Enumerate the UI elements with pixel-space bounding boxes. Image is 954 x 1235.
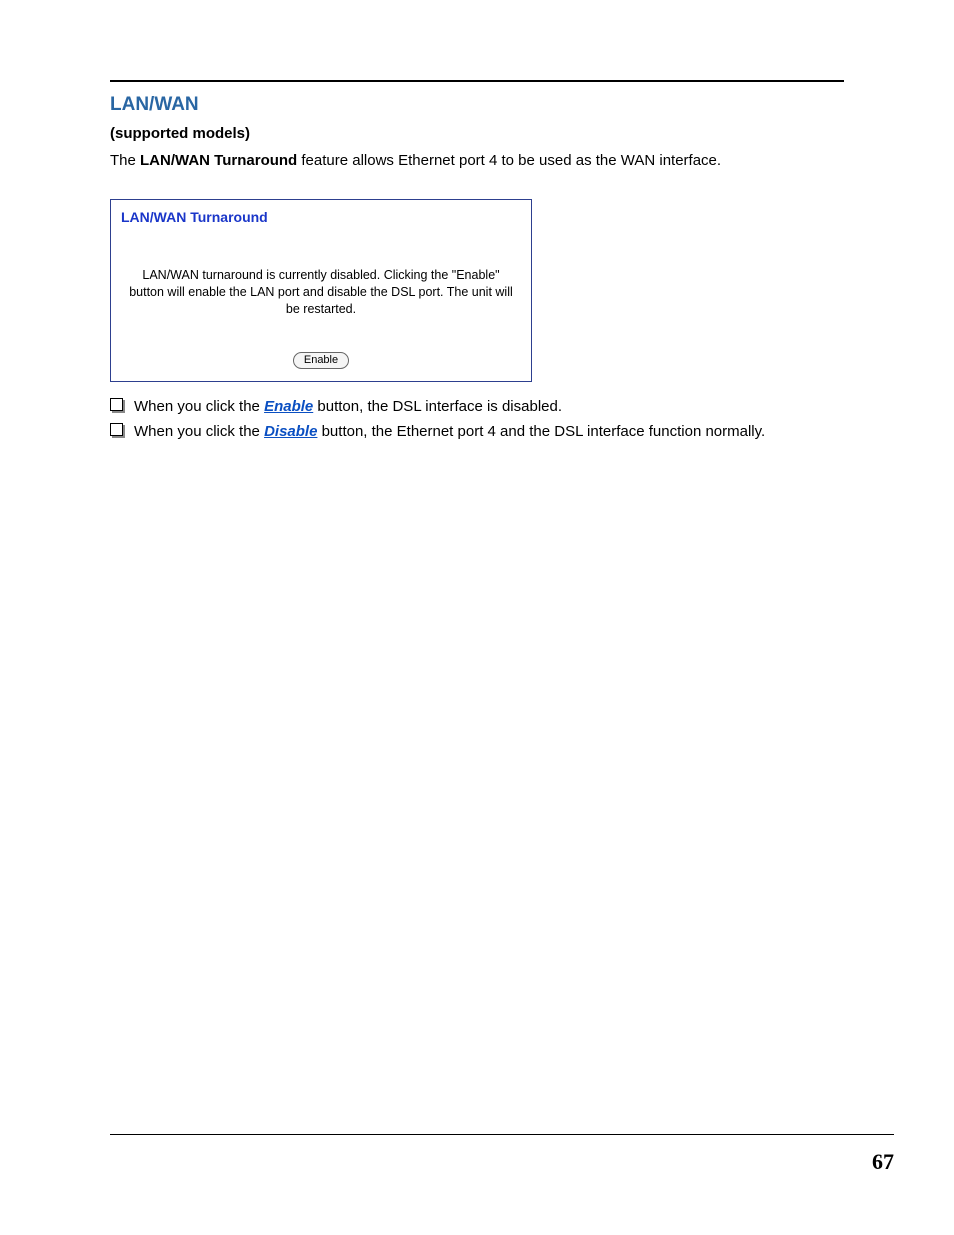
square-bullet-icon bbox=[110, 423, 123, 436]
square-bullet-icon bbox=[110, 398, 123, 411]
section-title: LAN/WAN bbox=[110, 92, 844, 119]
panel-title: LAN/WAN Turnaround bbox=[121, 208, 521, 228]
list-item: When you click the Enable button, the DS… bbox=[110, 396, 844, 417]
bullet-post: button, the Ethernet port 4 and the DSL … bbox=[317, 423, 765, 440]
bullet-list: When you click the Enable button, the DS… bbox=[110, 396, 844, 442]
bullet-post: button, the DSL interface is disabled. bbox=[313, 398, 562, 415]
page-number: 67 bbox=[872, 1149, 894, 1175]
intro-paragraph: The LAN/WAN Turnaround feature allows Et… bbox=[110, 150, 844, 171]
disable-keyword: Disable bbox=[264, 423, 317, 440]
enable-keyword: Enable bbox=[264, 398, 313, 415]
page: LAN/WAN (supported models) The LAN/WAN T… bbox=[0, 0, 954, 1235]
panel-message: LAN/WAN turnaround is currently disabled… bbox=[127, 267, 515, 318]
top-rule bbox=[110, 80, 844, 82]
list-item: When you click the Disable button, the E… bbox=[110, 421, 844, 442]
bullet-pre: When you click the bbox=[134, 423, 264, 440]
intro-pre: The bbox=[110, 152, 140, 169]
section-subhead: (supported models) bbox=[110, 123, 844, 144]
turnaround-panel: LAN/WAN Turnaround LAN/WAN turnaround is… bbox=[110, 199, 532, 382]
content-area: LAN/WAN (supported models) The LAN/WAN T… bbox=[110, 92, 844, 442]
footer-rule bbox=[110, 1134, 894, 1135]
intro-post: feature allows Ethernet port 4 to be use… bbox=[297, 152, 721, 169]
enable-button[interactable]: Enable bbox=[293, 352, 349, 369]
intro-bold-term: LAN/WAN Turnaround bbox=[140, 152, 297, 169]
bullet-pre: When you click the bbox=[134, 398, 264, 415]
panel-button-row: Enable bbox=[121, 348, 521, 369]
